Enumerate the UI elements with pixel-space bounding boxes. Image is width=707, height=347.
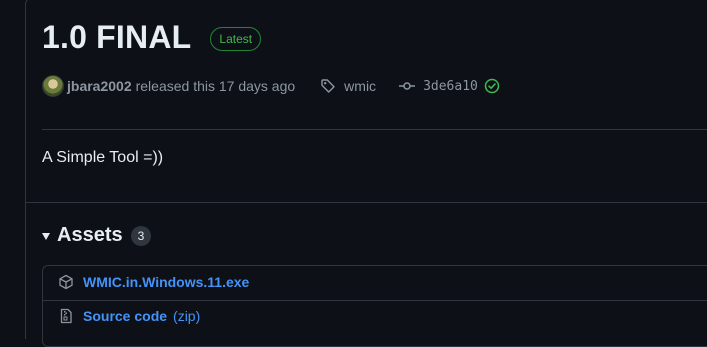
asset-download-link[interactable]: WMIC.in.Windows.11.exe (83, 274, 249, 290)
verified-check-icon[interactable] (484, 78, 500, 94)
list-item: WMIC.in.Windows.11.exe (58, 274, 249, 290)
header-divider (42, 129, 707, 130)
tag-link[interactable]: wmic (344, 78, 376, 94)
released-text: released this 17 days ago (135, 78, 296, 94)
source-code-format[interactable]: (zip) (173, 308, 200, 324)
asset-divider (43, 300, 707, 301)
assets-toggle[interactable]: Assets 3 (42, 224, 152, 247)
assets-title: Assets (57, 224, 123, 246)
list-item: Source code (zip) (58, 308, 200, 324)
git-commit-icon (399, 78, 416, 94)
source-code-link[interactable]: Source code (83, 308, 167, 324)
release-meta: jbara2002 released this 17 days ago wmic… (42, 75, 500, 97)
release-header: 1.0 FINAL Latest (42, 17, 262, 57)
commit-link[interactable]: 3de6a10 (423, 79, 478, 94)
avatar[interactable] (42, 75, 64, 97)
package-icon (58, 274, 74, 290)
author-link[interactable]: jbara2002 (67, 78, 132, 94)
latest-badge: Latest (210, 26, 262, 51)
tag-icon (320, 78, 336, 94)
release-description: A Simple Tool =)) (42, 149, 164, 166)
section-divider (26, 202, 707, 203)
release-title[interactable]: 1.0 FINAL (42, 17, 191, 57)
caret-down-icon (42, 233, 50, 240)
file-zip-icon (58, 308, 74, 324)
assets-count-badge: 3 (130, 225, 152, 246)
